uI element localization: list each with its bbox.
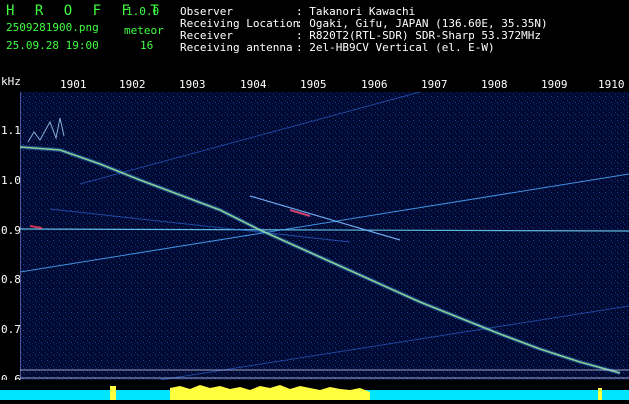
yellow-spike-left <box>110 386 116 400</box>
info-key-antenna: Receiving antenna <box>180 41 293 54</box>
x-tick-1904: 1904 <box>240 78 267 91</box>
x-tick-1905: 1905 <box>300 78 327 91</box>
spectrogram-svg <box>19 91 629 381</box>
yellow-spike-right <box>598 388 602 400</box>
noise-background <box>20 92 629 380</box>
meteor-count: 16 <box>140 39 154 52</box>
file-name: 2509281900.png <box>6 21 99 34</box>
info-value-antenna: : 2el-HB9CV Vertical (el. E-W) <box>296 41 495 54</box>
x-tick-1909: 1909 <box>541 78 568 91</box>
signal-level-strip <box>0 380 629 400</box>
meteor-label: meteor <box>124 24 164 37</box>
y-tick-0.8: 0.8 <box>1 273 21 286</box>
y-tick-0.7: 0.7 <box>1 323 21 336</box>
x-tick-1906: 1906 <box>361 78 388 91</box>
spectrogram-plot <box>19 91 629 381</box>
file-datetime: 25.09.28 19:00 <box>6 39 99 52</box>
x-tick-1902: 1902 <box>119 78 146 91</box>
y-tick-1.0: 1.0 <box>1 174 21 187</box>
signal-level-svg <box>0 380 629 400</box>
y-tick-1.1: 1.1 <box>1 124 21 137</box>
x-tick-1901: 1901 <box>60 78 87 91</box>
x-tick-1907: 1907 <box>421 78 448 91</box>
y-tick-0.9: 0.9 <box>1 224 21 237</box>
x-tick-1903: 1903 <box>179 78 206 91</box>
x-tick-1908: 1908 <box>481 78 508 91</box>
app-version: 1.0.0 <box>126 5 160 18</box>
y-unit-label: kHz <box>1 75 21 88</box>
x-tick-1910: 1910 <box>598 78 625 91</box>
